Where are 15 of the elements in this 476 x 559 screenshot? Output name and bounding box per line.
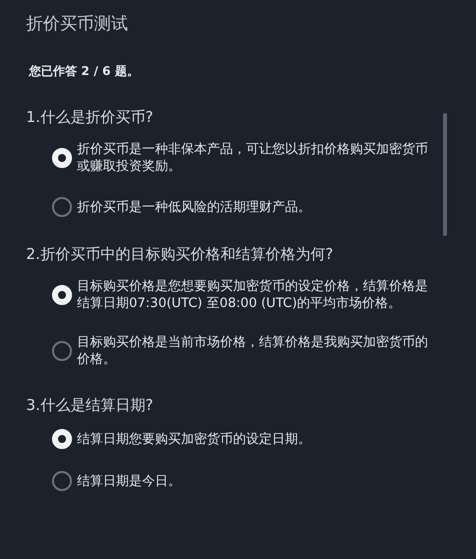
option-text[interactable]: 结算日期您要购买加密货币的设定日期。	[77, 430, 429, 448]
radio-button[interactable]	[52, 197, 72, 217]
option-text[interactable]: 目标购买价格是当前市场价格，结算价格是我购买加密货币的价格。	[77, 334, 429, 368]
option-text[interactable]: 折价买币是一种低风险的活期理财产品。	[77, 198, 429, 216]
question-text: 2.折价买币中的目标购买价格和结算价格为何?	[26, 245, 334, 264]
question-text: 3.什么是结算日期?	[26, 396, 154, 415]
quiz-title: 折价买币测试	[26, 13, 129, 35]
option-text[interactable]: 结算日期是今日。	[77, 472, 429, 490]
radio-button[interactable]	[52, 471, 72, 491]
radio-button[interactable]	[52, 341, 72, 361]
question-text: 1.什么是折价买币?	[26, 108, 154, 127]
option-text[interactable]: 目标购买价格是您想要购买加密货币的设定价格，结算价格是结算日期07:30(UTC) 至08:00 (UTC)的平均市场价格。	[77, 278, 429, 312]
progress-text: 您已作答 2 / 6 题。	[29, 63, 140, 80]
option-text[interactable]: 折价买币是一种非保本产品，可让您以折扣价格购买加密货币或赚取投资奖励。	[77, 141, 429, 175]
scrollbar[interactable]	[443, 113, 447, 236]
